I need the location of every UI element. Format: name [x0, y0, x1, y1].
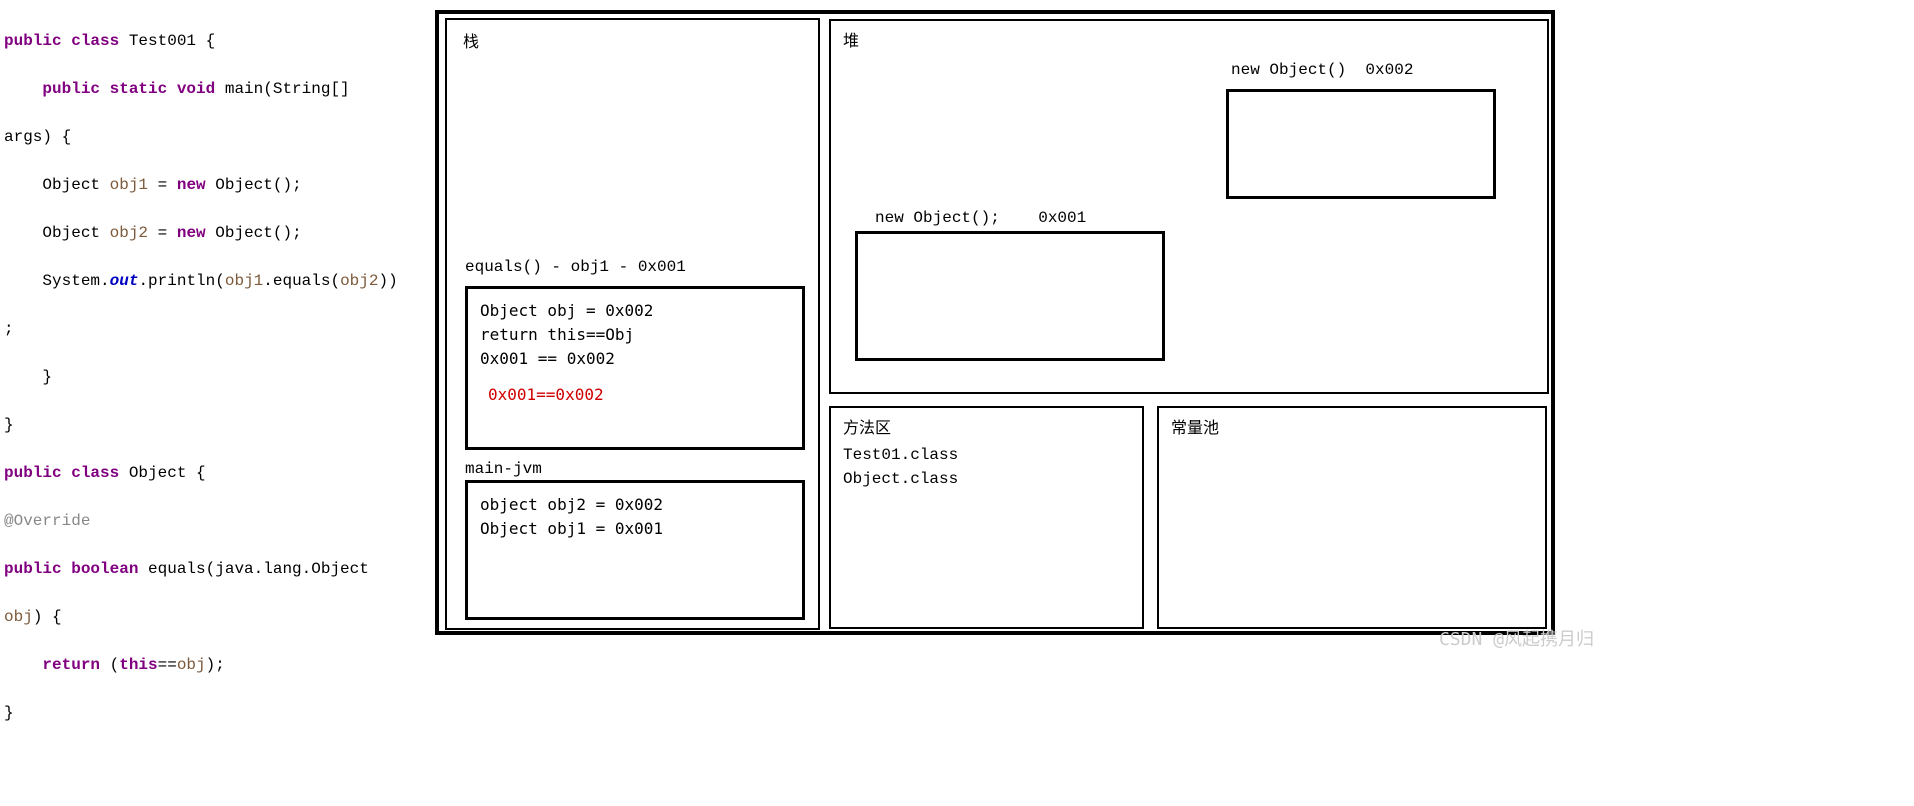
- equals-frame-label: equals() - obj1 - 0x001: [465, 258, 686, 276]
- code-line: @Override: [4, 509, 420, 533]
- code-line: public static void main(String[]: [4, 77, 420, 101]
- code-line: obj) {: [4, 605, 420, 629]
- main-frame: object obj2 = 0x002 Object obj1 = 0x001: [465, 480, 805, 620]
- frame-line: Object obj = 0x002: [480, 299, 790, 323]
- code-line: ;: [4, 317, 420, 341]
- method-area-item: Object.class: [843, 470, 958, 488]
- code-line: }: [4, 413, 420, 437]
- code-line: public class Object {: [4, 461, 420, 485]
- constant-pool-area: 常量池: [1157, 406, 1547, 629]
- watermark-text: CSDN @风起携月归: [1439, 625, 1594, 651]
- code-line: Object obj1 = new Object();: [4, 173, 420, 197]
- constant-pool-title: 常量池: [1171, 414, 1219, 438]
- method-area: 方法区 Test01.class Object.class: [829, 406, 1144, 629]
- memory-diagram: 栈 equals() - obj1 - 0x001 Object obj = 0…: [435, 10, 1555, 635]
- frame-line-highlight: 0x001==0x002: [480, 383, 790, 407]
- frame-line: return this==Obj: [480, 323, 790, 347]
- stack-area: 栈 equals() - obj1 - 0x001 Object obj = 0…: [445, 18, 820, 630]
- code-line: public class Test001 {: [4, 29, 420, 53]
- code-line: args) {: [4, 125, 420, 149]
- main-frame-label: main-jvm: [465, 460, 542, 478]
- method-area-item: Test01.class: [843, 446, 958, 464]
- frame-line: 0x001 == 0x002: [480, 347, 790, 371]
- frame-line: Object obj1 = 0x001: [480, 517, 790, 541]
- heap-area: 堆 new Object(); 0x001 new Object() 0x002: [829, 19, 1549, 394]
- code-line: public boolean equals(java.lang.Object: [4, 557, 420, 581]
- frame-line: object obj2 = 0x002: [480, 493, 790, 517]
- code-line: System.out.println(obj1.equals(obj2)): [4, 269, 420, 293]
- heap-title: 堆: [843, 27, 859, 51]
- stack-title: 栈: [463, 28, 479, 52]
- code-line: return (this==obj);: [4, 653, 420, 677]
- code-line: Object obj2 = new Object();: [4, 221, 420, 245]
- heap-obj-002-label: new Object() 0x002: [1231, 61, 1413, 79]
- method-area-title: 方法区: [843, 414, 891, 438]
- heap-obj-001-label: new Object(); 0x001: [875, 209, 1086, 227]
- equals-frame: Object obj = 0x002 return this==Obj 0x00…: [465, 286, 805, 450]
- code-panel: public class Test001 { public static voi…: [0, 5, 420, 749]
- heap-object-002: [1226, 89, 1496, 199]
- heap-object-001: [855, 231, 1165, 361]
- code-line: }: [4, 701, 420, 725]
- code-line: }: [4, 365, 420, 389]
